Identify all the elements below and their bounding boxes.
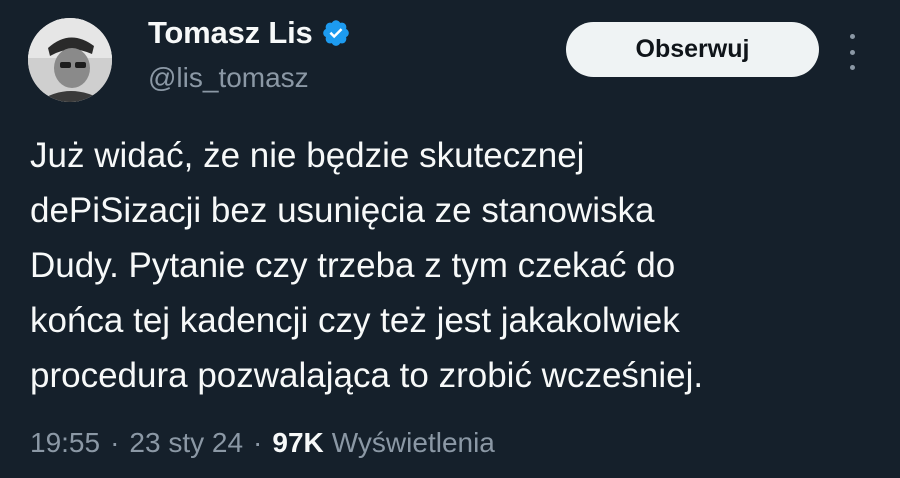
meta-separator: · xyxy=(110,427,120,458)
tweet-line: końca tej kadencji czy też jest jakakolw… xyxy=(30,301,680,340)
tweet-text: Już widać, że nie będzie skutecznej dePi… xyxy=(30,128,870,403)
tweet-line: Dudy. Pytanie czy trzeba z tym czekać do xyxy=(30,246,676,285)
tweet-meta: 19:55 · 23 sty 24 · 97K Wyświetlenia xyxy=(30,427,495,459)
follow-button[interactable]: Obserwuj xyxy=(566,22,819,77)
avatar[interactable] xyxy=(28,18,112,102)
tweet-line: dePiSizacji bez usunięcia ze stanowiska xyxy=(30,191,655,230)
more-vertical-icon[interactable] xyxy=(840,34,864,70)
more-dot xyxy=(849,49,855,55)
author-handle[interactable]: @lis_tomasz xyxy=(148,62,309,94)
views-count: 97K xyxy=(272,427,324,458)
views-label: Wyświetlenia xyxy=(331,427,495,458)
author-name[interactable]: Tomasz Lis xyxy=(148,15,313,51)
more-dot xyxy=(849,34,855,39)
tweet-date[interactable]: 23 sty 24 xyxy=(129,427,243,459)
avatar-photo xyxy=(28,18,112,102)
tweet-time[interactable]: 19:55 xyxy=(30,427,100,459)
more-dot xyxy=(849,65,855,70)
tweet-line: Już widać, że nie będzie skutecznej xyxy=(30,136,585,175)
tweet-line: procedura pozwalająca to zrobić wcześnie… xyxy=(30,356,704,395)
meta-separator: · xyxy=(253,427,263,458)
author-name-row: Tomasz Lis xyxy=(148,15,351,51)
verified-badge-icon xyxy=(322,20,349,46)
